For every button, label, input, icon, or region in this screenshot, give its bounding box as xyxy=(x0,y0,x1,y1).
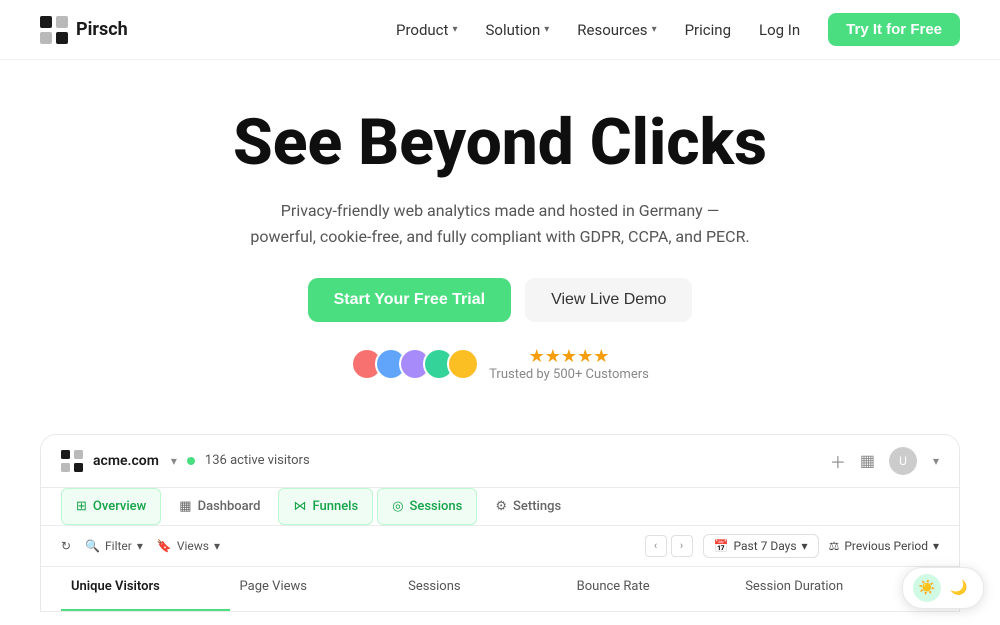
try-free-button[interactable]: Try It for Free xyxy=(828,13,960,46)
tab-settings[interactable]: ⚙ Settings xyxy=(481,489,575,524)
moon-icon: 🌙 xyxy=(950,580,967,596)
prev-period-button[interactable]: ‹ xyxy=(645,535,667,557)
nav-product[interactable]: Product ▾ xyxy=(396,21,457,39)
chart-icon[interactable]: ▦ xyxy=(860,451,875,470)
avatar xyxy=(447,348,479,380)
stat-page-views[interactable]: Page Views xyxy=(230,567,399,611)
hero-section: See Beyond Clicks Privacy-friendly web a… xyxy=(0,60,1000,434)
navbar: Pirsch Product ▾ Solution ▾ Resources ▾ … xyxy=(0,0,1000,60)
dashboard-tabs: ⊞ Overview ▦ Dashboard ⋈ Funnels ◎ Sessi… xyxy=(41,488,959,526)
nav-links: Product ▾ Solution ▾ Resources ▾ Pricing… xyxy=(396,13,960,46)
light-mode-button[interactable]: ☀️ xyxy=(913,574,941,602)
dashboard-header-right: ＋ ▦ U ▾ xyxy=(830,447,939,475)
dashboard-logo-area: acme.com ▾ 136 active visitors xyxy=(61,450,310,472)
overview-icon: ⊞ xyxy=(76,499,87,514)
bookmark-icon: 🔖 xyxy=(157,539,172,553)
pirsch-logo-icon xyxy=(40,16,68,44)
settings-icon: ⚙ xyxy=(495,499,507,514)
date-range-button[interactable]: 📅 Past 7 Days ▾ xyxy=(703,534,819,558)
active-visitors-count: 136 active visitors xyxy=(205,453,310,468)
sessions-icon: ◎ xyxy=(392,499,403,514)
social-proof: ★★★★★ Trusted by 500+ Customers xyxy=(20,346,980,382)
dashboard-logo-icon xyxy=(61,450,83,472)
star-rating: ★★★★★ xyxy=(489,346,649,367)
site-dropdown-icon[interactable]: ▾ xyxy=(171,454,177,468)
dashboard-toolbar: ↻ 🔍 Filter ▾ 🔖 Views ▾ ‹ › 📅 Past 7 Days… xyxy=(41,526,959,567)
dashboard-header: acme.com ▾ 136 active visitors ＋ ▦ U ▾ xyxy=(41,435,959,488)
stat-unique-visitors[interactable]: Unique Visitors xyxy=(61,567,230,611)
views-button[interactable]: 🔖 Views ▾ xyxy=(157,539,220,553)
search-icon: 🔍 xyxy=(85,539,100,553)
dashboard-icon: ▦ xyxy=(179,499,191,514)
tab-overview[interactable]: ⊞ Overview xyxy=(61,488,161,525)
dashboard-preview: acme.com ▾ 136 active visitors ＋ ▦ U ▾ ⊞… xyxy=(40,434,960,612)
dark-mode-button[interactable]: 🌙 xyxy=(945,574,973,602)
tab-dashboard[interactable]: ▦ Dashboard xyxy=(165,489,274,524)
logo[interactable]: Pirsch xyxy=(40,16,128,44)
sun-icon: ☀️ xyxy=(918,580,935,596)
chevron-down-icon: ▾ xyxy=(652,24,657,35)
toolbar-left: ↻ 🔍 Filter ▾ 🔖 Views ▾ xyxy=(61,539,220,553)
active-indicator xyxy=(187,457,195,465)
trust-label: Trusted by 500+ Customers xyxy=(489,367,649,382)
dashboard-site-name[interactable]: acme.com xyxy=(93,453,159,469)
chevron-down-icon: ▾ xyxy=(214,539,220,553)
hero-subtitle: Privacy-friendly web analytics made and … xyxy=(250,198,750,249)
chevron-down-icon: ▾ xyxy=(544,24,549,35)
chevron-down-icon: ▾ xyxy=(452,24,457,35)
stat-sessions[interactable]: Sessions xyxy=(398,567,567,611)
user-avatar[interactable]: U xyxy=(889,447,917,475)
refresh-button[interactable]: ↻ xyxy=(61,539,71,553)
compare-button[interactable]: ⚖ Previous Period ▾ xyxy=(829,539,939,553)
avatar-group xyxy=(351,348,479,380)
hero-title: See Beyond Clicks xyxy=(20,108,980,178)
login-button[interactable]: Log In xyxy=(759,21,800,39)
theme-toggle: ☀️ 🌙 xyxy=(902,567,984,609)
chevron-down-icon: ▾ xyxy=(933,539,939,553)
next-period-button[interactable]: › xyxy=(671,535,693,557)
filter-button[interactable]: 🔍 Filter ▾ xyxy=(85,539,143,553)
stats-tabs-row: Unique Visitors Page Views Sessions Boun… xyxy=(41,567,959,612)
calendar-icon: 📅 xyxy=(714,539,729,553)
start-trial-button[interactable]: Start Your Free Trial xyxy=(308,278,511,322)
user-dropdown-icon[interactable]: ▾ xyxy=(933,454,939,468)
tab-funnels[interactable]: ⋈ Funnels xyxy=(278,488,373,525)
stat-bounce-rate[interactable]: Bounce Rate xyxy=(567,567,736,611)
chevron-down-icon: ▾ xyxy=(802,539,808,553)
compare-icon: ⚖ xyxy=(829,539,840,553)
toolbar-right: ‹ › 📅 Past 7 Days ▾ ⚖ Previous Period ▾ xyxy=(645,534,939,558)
refresh-icon: ↻ xyxy=(61,539,71,553)
add-icon[interactable]: ＋ xyxy=(830,449,846,473)
tab-sessions[interactable]: ◎ Sessions xyxy=(377,488,477,525)
funnels-icon: ⋈ xyxy=(293,499,306,514)
stat-session-duration[interactable]: Session Duration xyxy=(735,567,904,611)
chevron-down-icon: ▾ xyxy=(137,539,143,553)
nav-pricing[interactable]: Pricing xyxy=(685,21,731,39)
nav-resources[interactable]: Resources ▾ xyxy=(577,21,656,39)
nav-solution[interactable]: Solution ▾ xyxy=(485,21,549,39)
hero-buttons: Start Your Free Trial View Live Demo xyxy=(20,278,980,322)
period-nav: ‹ › xyxy=(645,535,693,557)
view-demo-button[interactable]: View Live Demo xyxy=(525,278,692,322)
